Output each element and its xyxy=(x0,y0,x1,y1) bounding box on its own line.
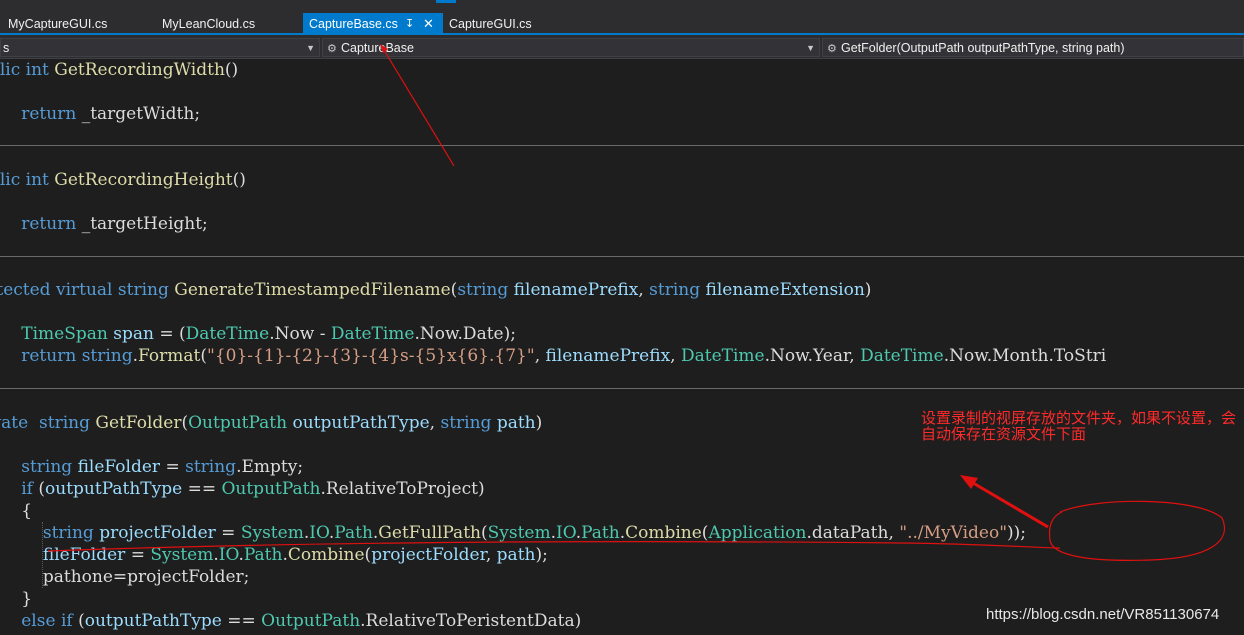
scroll-marker xyxy=(436,0,456,3)
chevron-down-icon: ▼ xyxy=(806,43,815,53)
code-line: TimeSpan span = (DateTime.Now - DateTime… xyxy=(21,324,516,344)
code-line: ublic int GetRecordingWidth() xyxy=(0,60,239,80)
method-separator xyxy=(0,388,1244,389)
code-line: else if (outputPathType == OutputPath.Re… xyxy=(21,611,582,631)
method-separator xyxy=(0,256,1244,257)
watermark: https://blog.csdn.net/VR851130674 xyxy=(986,606,1220,623)
code-line: return string.Format("{0}-{1}-{2}-{3}-{4… xyxy=(21,346,1107,366)
code-line: rotected virtual string GenerateTimestam… xyxy=(0,280,872,300)
project-dropdown[interactable]: s ▼ xyxy=(0,38,320,57)
code-line: return _targetHeight; xyxy=(21,214,208,234)
code-line: ublic int GetRecordingHeight() xyxy=(0,170,246,190)
tab-label: CaptureGUI.cs xyxy=(449,17,532,31)
code-line: return _targetWidth; xyxy=(21,104,201,124)
code-editor[interactable]: ublic int GetRecordingWidth() return _ta… xyxy=(0,59,1244,635)
pin-icon[interactable]: ↧ xyxy=(405,13,414,35)
class-icon: ⚙ xyxy=(327,43,337,55)
tab-capturegui[interactable]: CaptureGUI.cs xyxy=(443,13,538,35)
class-label: CaptureBase xyxy=(341,41,414,55)
code-line: if (outputPathType == OutputPath.Relativ… xyxy=(21,479,485,499)
class-dropdown[interactable]: ⚙ CaptureBase ▼ xyxy=(322,38,820,57)
tab-capturebase[interactable]: CaptureBase.cs ↧ ✕ xyxy=(303,13,443,35)
close-icon[interactable]: ✕ xyxy=(423,13,434,35)
navigation-bar: s ▼ ⚙ CaptureBase ▼ ⚙ GetFolder(OutputPath… xyxy=(0,35,1244,59)
member-label: GetFolder(OutputPath outputPathType, str… xyxy=(841,41,1125,55)
code-line: pathone=projectFolder; xyxy=(42,567,250,587)
tab-bar: MyCaptureGUI.cs MyLeanCloud.cs CaptureBa… xyxy=(0,0,1244,35)
code-line: rivate string GetFolder(OutputPath outpu… xyxy=(0,413,543,433)
chevron-down-icon: ▼ xyxy=(306,43,315,53)
tab-myleancloud[interactable]: MyLeanCloud.cs xyxy=(156,13,261,35)
project-label: s xyxy=(3,41,10,55)
code-line: fileFolder = System.IO.Path.Combine(proj… xyxy=(42,545,548,565)
code-line: string fileFolder = string.Empty; xyxy=(21,457,304,477)
code-line: string projectFolder = System.IO.Path.Ge… xyxy=(42,523,1027,543)
code-line: { xyxy=(21,501,33,521)
tab-label: CaptureBase.cs xyxy=(309,17,398,31)
tab-label: MyLeanCloud.cs xyxy=(162,17,256,31)
member-dropdown[interactable]: ⚙ GetFolder(OutputPath outputPathType, st… xyxy=(822,38,1244,57)
tab-mycapturegui[interactable]: MyCaptureGUI.cs xyxy=(2,13,113,35)
tab-label: MyCaptureGUI.cs xyxy=(8,17,108,31)
code-line: } xyxy=(21,589,33,609)
method-separator xyxy=(0,145,1244,146)
annotation-note: 设置录制的视屏存放的文件夹，如果不设置，会自动保存在资源文件下面 xyxy=(921,409,1237,443)
method-icon: ⚙ xyxy=(827,43,837,55)
